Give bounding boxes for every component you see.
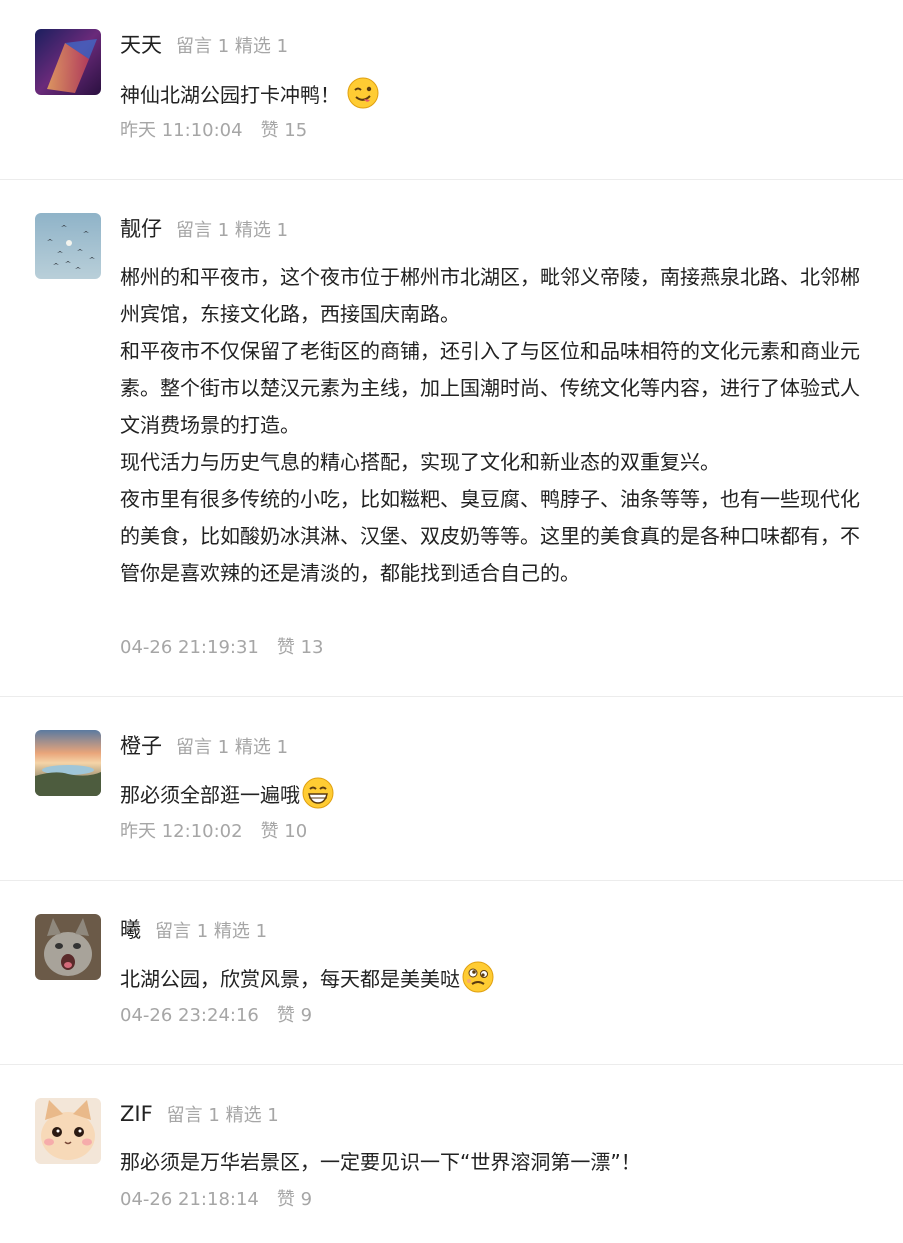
commenter-name[interactable]: 曦: [120, 918, 141, 942]
comment-header: 靓仔 留言 1 精选 1: [120, 214, 288, 244]
commenter-name[interactable]: 橙子: [120, 734, 162, 758]
commenter-stats: 留言 1 精选 1: [155, 921, 268, 942]
comment-text: 那必须是万华岩景区，一定要见识一下“世界溶洞第一漂”！: [120, 1150, 641, 1174]
comment-time: 昨天 11:10:04: [120, 120, 243, 141]
comment-text-content: 神仙北湖公园打卡冲鸭！: [120, 83, 340, 107]
comment-time: 04-26 21:19:31: [120, 637, 259, 658]
avatar-cat-image: [35, 914, 101, 980]
divider: [0, 179, 903, 180]
commenter-stats: 留言 1 精选 1: [176, 737, 289, 758]
comment-text: 郴州的和平夜市，这个夜市位于郴州市北湖区，毗邻义帝陵，南接燕泉北路、北邻郴州宾馆…: [120, 265, 860, 585]
divider: [0, 880, 903, 881]
comment-footer: 04-26 21:18:14 赞 9: [120, 1185, 312, 1215]
commenter-name[interactable]: 靓仔: [120, 217, 162, 241]
wink-tongue-emoji-icon: [347, 77, 379, 109]
comment-text: 那必须全部逛一遍哦: [120, 776, 865, 814]
commenter-stats: 留言 1 精选 1: [176, 220, 289, 241]
avatar[interactable]: [35, 914, 101, 980]
silly-emoji-icon: [462, 961, 494, 993]
comment-text-content: 那必须全部逛一遍哦: [120, 783, 300, 807]
comment-header: ZIF 留言 1 精选 1: [120, 1099, 279, 1129]
avatar[interactable]: [35, 1098, 101, 1164]
like-count[interactable]: 赞 10: [261, 821, 308, 842]
comment-header: 天天 留言 1 精选 1: [120, 30, 288, 60]
avatar-abstract-image: [35, 29, 101, 95]
like-count[interactable]: 赞 9: [277, 1189, 312, 1210]
like-count[interactable]: 赞 15: [261, 120, 308, 141]
comment-text: 北湖公园，欣赏风景，每天都是美美哒: [120, 960, 865, 998]
comment-text-content: 北湖公园，欣赏风景，每天都是美美哒: [120, 967, 460, 991]
avatar-birds-sky-image: [35, 213, 101, 279]
comment-header: 曦留言 1 精选 1: [120, 915, 267, 945]
comment-text: 神仙北湖公园打卡冲鸭！: [120, 76, 865, 114]
divider: [0, 696, 903, 697]
divider: [0, 1064, 903, 1065]
avatar-kitten-image: [35, 1098, 101, 1164]
avatar-lake-sunset-image: [35, 730, 101, 796]
avatar[interactable]: [35, 29, 101, 95]
avatar[interactable]: [35, 730, 101, 796]
comment-footer: 昨天 12:10:02 赞 10: [120, 817, 307, 847]
comment-time: 昨天 12:10:02: [120, 821, 243, 842]
commenter-stats: 留言 1 精选 1: [166, 1105, 279, 1126]
commenter-name[interactable]: ZIF: [120, 1102, 153, 1126]
grin-emoji-icon: [302, 777, 334, 809]
comment-footer: 昨天 11:10:04 赞 15: [120, 116, 307, 146]
comment-footer: 04-26 23:24:16 赞 9: [120, 1001, 312, 1031]
comment-header: 橙子 留言 1 精选 1: [120, 731, 288, 761]
comment-footer: 04-26 21:19:31 赞 13: [120, 633, 324, 663]
commenter-name[interactable]: 天天: [120, 33, 162, 57]
like-count[interactable]: 赞 13: [277, 637, 324, 658]
comment-time: 04-26 23:24:16: [120, 1005, 259, 1026]
like-count[interactable]: 赞 9: [277, 1005, 312, 1026]
comment-time: 04-26 21:18:14: [120, 1189, 259, 1210]
avatar[interactable]: [35, 213, 101, 279]
commenter-stats: 留言 1 精选 1: [176, 36, 289, 57]
